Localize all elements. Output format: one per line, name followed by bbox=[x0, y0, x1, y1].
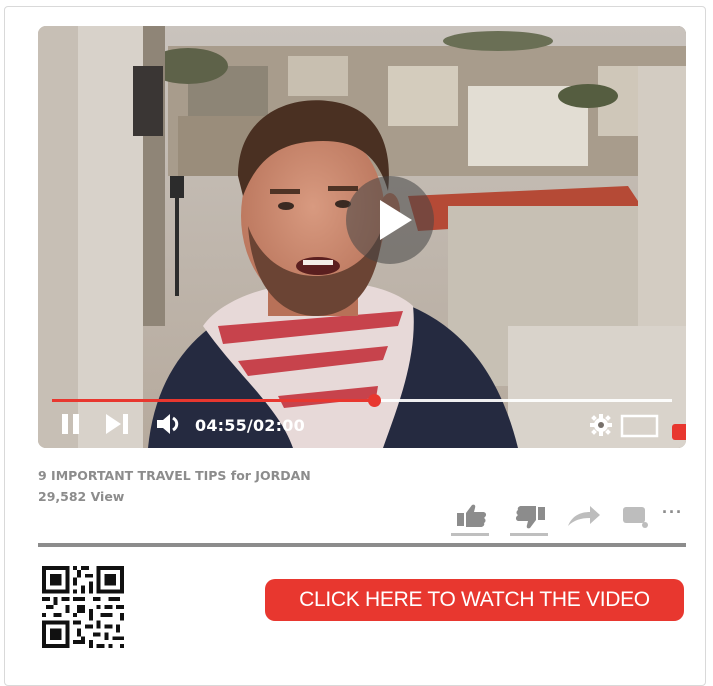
skip-next-icon[interactable] bbox=[104, 413, 130, 435]
progress-bar[interactable] bbox=[52, 394, 672, 407]
watch-video-button[interactable]: CLICK HERE TO WATCH THE VIDEO bbox=[265, 579, 684, 621]
video-player[interactable]: 04:55/02:00 bbox=[38, 26, 686, 448]
play-icon bbox=[380, 200, 412, 240]
section-divider bbox=[38, 543, 686, 547]
brand-logo-icon bbox=[672, 424, 686, 440]
dislike-underline bbox=[510, 533, 548, 536]
like-underline bbox=[451, 533, 489, 536]
progress-fill bbox=[52, 399, 374, 402]
volume-icon[interactable] bbox=[156, 412, 184, 436]
qr-code-image bbox=[42, 566, 124, 648]
time-display: 04:55/02:00 bbox=[195, 416, 305, 435]
comment-icon[interactable] bbox=[622, 506, 650, 530]
more-options-icon[interactable]: ··· bbox=[662, 502, 683, 523]
settings-gear-icon[interactable] bbox=[590, 414, 612, 436]
dislike-icon[interactable] bbox=[514, 505, 546, 531]
pause-icon[interactable] bbox=[60, 413, 82, 435]
view-count: 29,582 View bbox=[38, 489, 125, 504]
like-icon[interactable] bbox=[456, 503, 488, 529]
progress-scrubber[interactable] bbox=[368, 394, 381, 407]
center-play-button[interactable] bbox=[346, 176, 434, 264]
video-title: 9 IMPORTANT TRAVEL TIPS for JORDAN bbox=[38, 468, 311, 483]
fullscreen-icon[interactable] bbox=[620, 414, 660, 438]
share-icon[interactable] bbox=[566, 504, 602, 528]
